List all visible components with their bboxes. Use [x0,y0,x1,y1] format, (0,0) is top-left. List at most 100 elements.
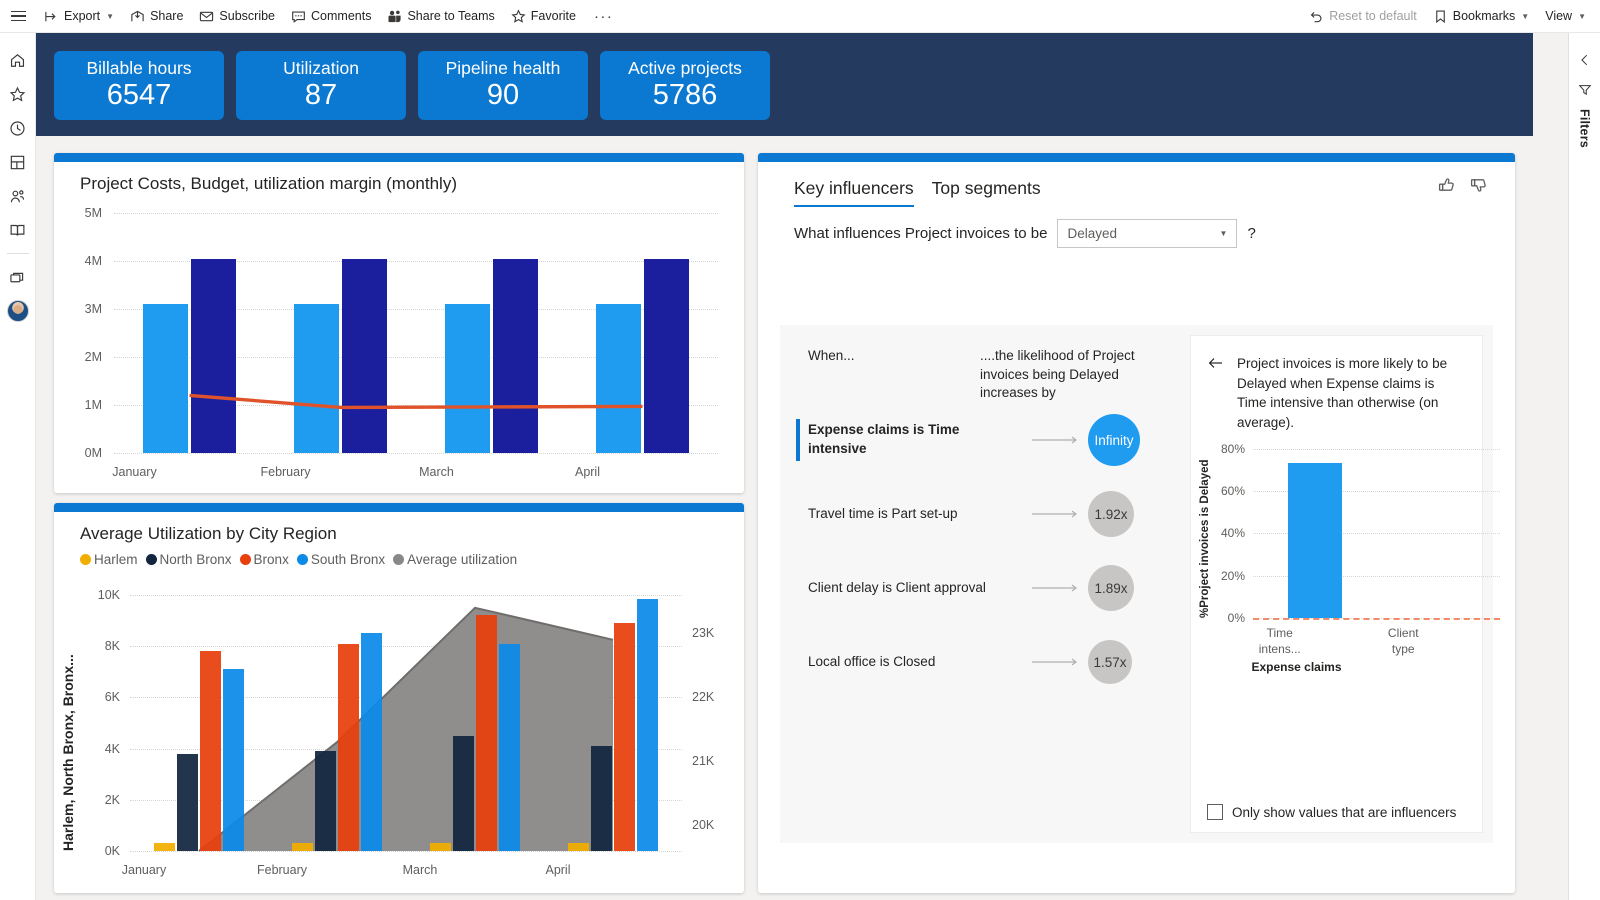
influencer-selected-indicator [796,419,800,461]
report-root: Export ▼ Share Subscribe Comments Share … [0,0,1600,900]
legend-item[interactable]: Bronx [239,552,289,567]
toolbar-favorite-button[interactable]: Favorite [503,0,584,33]
thumbs-up-icon[interactable] [1437,175,1457,195]
detail-x-label: Time intens... [1258,626,1301,656]
clock-icon[interactable] [0,111,36,145]
legend-item[interactable]: South Bronx [296,552,386,567]
influencer-row[interactable]: Expense claims is Time intensive Infinity [780,403,1176,477]
shared-people-icon[interactable] [0,179,36,213]
bar-harlem[interactable] [429,843,452,851]
kpi-value: 6547 [106,78,172,111]
visual-key-influencers[interactable]: Key influencers Top segments What influe… [758,153,1515,893]
toolbar-share-to-teams-button[interactable]: Share to Teams [379,0,502,33]
bar-north-bronx[interactable] [176,753,199,851]
kpi-card-active-projects[interactable]: Active projects 5786 [600,51,770,120]
bar-bronx[interactable] [337,643,360,851]
panel-accent-bar [54,503,744,512]
target-value-dropdown[interactable]: Delayed ▼ [1057,219,1238,248]
toolbar-favorite-label: Favorite [530,9,576,23]
toolbar-export-button[interactable]: Export ▼ [36,0,122,33]
toolbar-share-label: Share [150,9,184,23]
influencer-bubble[interactable]: Infinity [1088,414,1140,466]
toolbar-subscribe-label: Subscribe [219,9,276,23]
influencer-row[interactable]: Local office is Closed 1.57x [780,625,1176,699]
chevron-left-icon[interactable] [1570,45,1600,75]
influencer-label: Expense claims is Time intensive [808,422,960,456]
kpi-title: Active projects [628,57,742,78]
x-axis-label: February [256,863,308,877]
toolbar-bookmarks-button[interactable]: Bookmarks ▼ [1425,0,1537,33]
visual-project-costs[interactable]: Project Costs, Budget, utilization margi… [54,153,744,493]
learn-book-icon[interactable] [0,213,36,247]
bar-south-bronx[interactable] [360,633,382,851]
only-influencers-checkbox[interactable] [1207,804,1223,820]
visual-average-utilization[interactable]: Average Utilization by City Region Harle… [54,503,744,893]
bar-bronx[interactable] [475,615,498,851]
influencer-row[interactable]: Travel time is Part set-up 1.92x [780,477,1176,551]
bar-bronx[interactable] [199,651,222,851]
chart1-title: Project Costs, Budget, utilization margi… [80,174,457,193]
bar-harlem[interactable] [153,843,176,851]
kpi-card-billable-hours[interactable]: Billable hours 6547 [54,51,224,120]
chevron-down-icon: ▼ [1578,11,1586,21]
influencer-bubble[interactable]: 1.57x [1088,640,1132,684]
legend-item[interactable]: Harlem [80,552,138,567]
help-icon[interactable]: ? [1247,225,1255,242]
toolbar-right-group: Reset to default Bookmarks ▼ View ▼ [1301,0,1600,33]
bar-south-bronx[interactable] [498,643,520,851]
question-prefix: What influences Project invoices to be [794,225,1048,242]
toolbar-subscribe-button[interactable]: Subscribe [191,0,283,33]
left-navigation-rail [0,33,36,900]
toolbar-comments-button[interactable]: Comments [283,0,379,33]
bar-harlem[interactable] [291,843,314,851]
thumbs-down-icon[interactable] [1469,175,1489,195]
influencer-bubble[interactable]: 1.92x [1088,491,1134,537]
bar-north-bronx[interactable] [590,746,613,851]
menu-hamburger-button[interactable] [0,0,36,33]
chevron-down-icon: ▼ [1521,11,1530,21]
bar-south-bronx[interactable] [222,669,244,851]
toolbar-bookmarks-label: Bookmarks [1452,9,1516,23]
influencer-label: Local office is Closed [808,653,936,669]
detail-plot: %Project invoices is Delayed 0% 20% 40% 60% 8… [1191,428,1500,762]
chart2-legend: Harlem North Bronx Bronx South Bronx Average… [54,544,744,567]
only-influencers-checkbox-row[interactable]: Only show values that are influencers [1207,804,1456,820]
legend-swatch [239,554,251,565]
legend-label: Average utilization [407,552,518,567]
y-axis-tick: 80% [1220,441,1245,456]
apps-icon[interactable] [0,145,36,179]
filter-funnel-icon[interactable] [1570,75,1600,105]
rail-divider [6,253,29,254]
detail-header: Project invoices is more likely to be De… [1191,336,1482,432]
y-axis-tick: 20% [1220,568,1245,583]
bar-harlem[interactable] [567,843,590,851]
legend-item[interactable]: North Bronx [145,552,232,567]
kpi-card-pipeline-health[interactable]: Pipeline health 90 [418,51,588,120]
tab-top-segments[interactable]: Top segments [932,178,1041,207]
dropdown-selected-value: Delayed [1067,226,1117,241]
kpi-card-utilization[interactable]: Utilization 87 [236,51,406,120]
reference-line [1253,618,1500,620]
detail-bar[interactable] [1287,463,1342,618]
toolbar-view-button[interactable]: View ▼ [1537,0,1594,33]
bar-south-bronx[interactable] [636,598,658,851]
toolbar-share-button[interactable]: Share [122,0,191,33]
toolbar-overflow-button[interactable]: ··· [584,9,624,24]
star-icon[interactable] [0,77,36,111]
influencer-row[interactable]: Client delay is Client approval 1.89x [780,551,1176,625]
user-avatar[interactable] [0,294,36,328]
arrow-left-icon[interactable] [1207,354,1225,372]
workspaces-icon[interactable] [0,260,36,294]
tab-key-influencers[interactable]: Key influencers [794,178,914,207]
bar-bronx[interactable] [613,623,636,851]
legend-label: South Bronx [310,552,386,567]
column-header-when: When... [808,348,855,363]
influencer-bubble[interactable]: 1.89x [1088,565,1134,611]
bar-north-bronx[interactable] [452,735,475,851]
influencer-label: Travel time is Part set-up [808,505,958,521]
home-icon[interactable] [0,43,36,77]
toolbar-reset-to-default-button[interactable]: Reset to default [1301,0,1425,33]
kpi-title: Utilization [283,57,359,78]
bar-north-bronx[interactable] [314,751,337,851]
legend-item[interactable]: Average utilization [393,552,517,567]
